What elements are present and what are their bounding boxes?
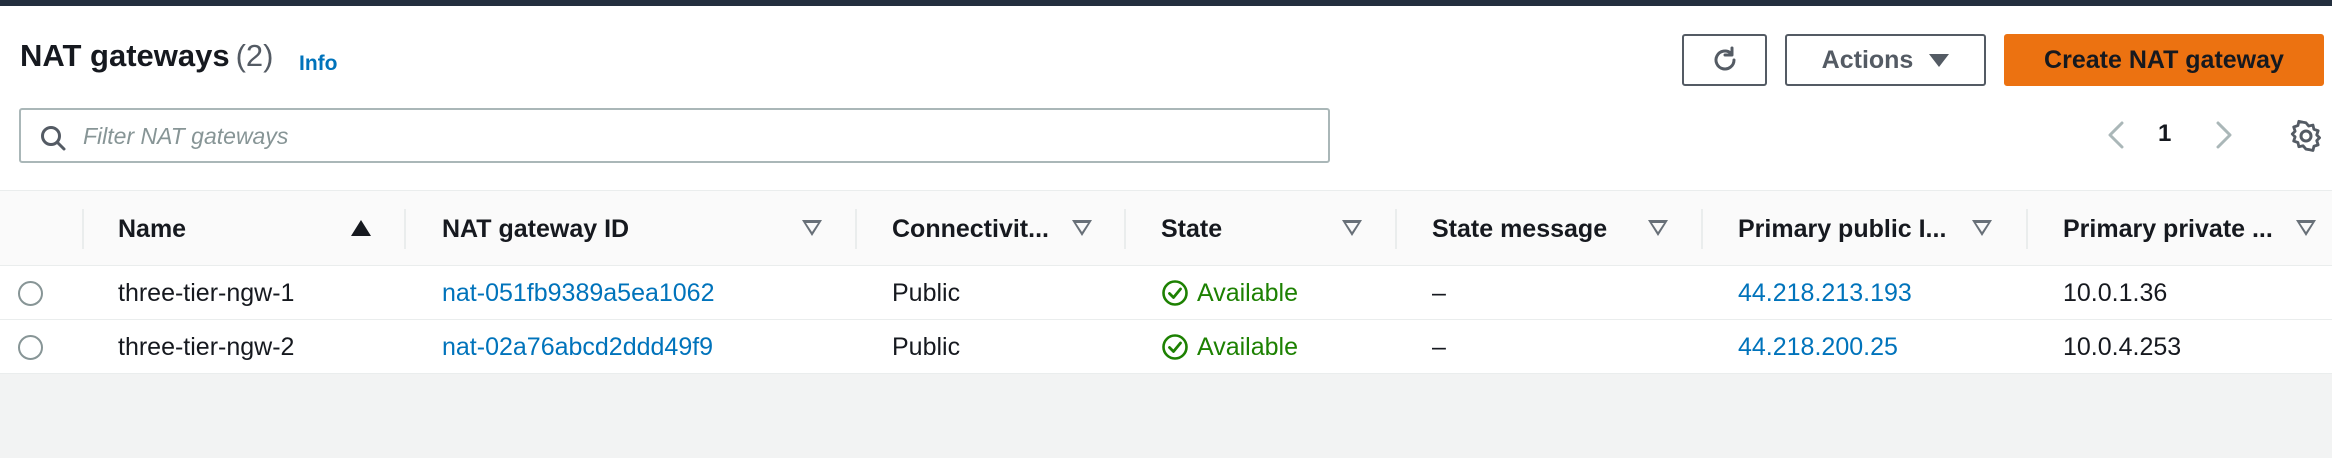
column-header-nat-gateway-id[interactable]: NAT gateway ID xyxy=(442,191,629,267)
info-link[interactable]: Info xyxy=(299,52,337,76)
search-icon xyxy=(41,126,66,151)
check-circle-icon xyxy=(1162,280,1188,306)
row-select-radio[interactable] xyxy=(18,281,43,306)
cell-state: Available xyxy=(1161,266,1298,320)
cell-nat-gateway-id-link[interactable]: nat-02a76abcd2ddd49f9 xyxy=(442,320,713,374)
cell-name: three-tier-ngw-2 xyxy=(118,332,295,361)
sort-icon[interactable] xyxy=(1342,220,1362,236)
cell-state-message: – xyxy=(1432,278,1446,307)
column-header-primary-public-ip[interactable]: Primary public I... xyxy=(1738,191,1946,267)
refresh-icon xyxy=(1714,46,1735,71)
cell-state: Available xyxy=(1161,320,1298,374)
caret-down-icon xyxy=(1929,53,1950,67)
cell-public-ip-link[interactable]: 44.218.213.193 xyxy=(1738,266,1912,320)
actions-button-label: Actions xyxy=(1821,45,1914,74)
column-header-name[interactable]: Name xyxy=(118,191,186,267)
row-select-radio[interactable] xyxy=(18,335,43,360)
cell-connectivity: Public xyxy=(892,278,961,307)
next-page-icon[interactable] xyxy=(2210,117,2238,153)
cell-private-ip: 10.0.4.253 xyxy=(2063,332,2182,361)
refresh-button[interactable] xyxy=(1682,34,1767,86)
column-separator[interactable] xyxy=(1124,209,1126,249)
current-page-number[interactable]: 1 xyxy=(2158,120,2171,148)
table-header: Name NAT gateway ID Connectivit... State… xyxy=(0,190,2332,266)
gear-icon[interactable] xyxy=(2289,119,2323,153)
sort-ascending-icon[interactable] xyxy=(351,220,371,236)
column-header-connectivity[interactable]: Connectivit... xyxy=(892,191,1049,267)
create-button-label: Create NAT gateway xyxy=(2044,45,2284,74)
create-nat-gateway-button[interactable]: Create NAT gateway xyxy=(2004,34,2324,86)
sort-icon[interactable] xyxy=(1072,220,1092,236)
state-label: Available xyxy=(1197,332,1299,361)
table-row[interactable]: three-tier-ngw-1 nat-051fb9389a5ea1062 P… xyxy=(0,266,2332,320)
cell-public-ip-link[interactable]: 44.218.200.25 xyxy=(1738,320,1898,374)
cell-nat-gateway-id-link[interactable]: nat-051fb9389a5ea1062 xyxy=(442,266,715,320)
column-header-state[interactable]: State xyxy=(1161,191,1222,267)
column-separator[interactable] xyxy=(855,209,857,249)
cell-state-message: – xyxy=(1432,332,1446,361)
state-label: Available xyxy=(1197,278,1299,307)
sort-icon[interactable] xyxy=(2296,220,2316,236)
filter-input[interactable] xyxy=(83,118,1313,154)
cell-private-ip: 10.0.1.36 xyxy=(2063,278,2168,307)
sort-icon[interactable] xyxy=(1972,220,1992,236)
column-separator[interactable] xyxy=(404,209,406,249)
column-header-primary-private-ip[interactable]: Primary private ... xyxy=(2063,191,2273,267)
filter-search-box[interactable] xyxy=(19,108,1330,163)
page-title-text: NAT gateways xyxy=(20,38,230,73)
column-separator[interactable] xyxy=(1701,209,1703,249)
column-separator[interactable] xyxy=(1395,209,1397,249)
cell-connectivity: Public xyxy=(892,332,961,361)
page-title: NAT gateways (2) xyxy=(20,38,274,74)
column-separator[interactable] xyxy=(2026,209,2028,249)
sort-icon[interactable] xyxy=(1648,220,1668,236)
previous-page-icon[interactable] xyxy=(2102,117,2130,153)
column-separator xyxy=(82,209,84,249)
check-circle-icon xyxy=(1162,334,1188,360)
sort-icon[interactable] xyxy=(802,220,822,236)
resource-count: (2) xyxy=(235,38,274,73)
actions-dropdown-button[interactable]: Actions xyxy=(1785,34,1986,86)
table-row[interactable]: three-tier-ngw-2 nat-02a76abcd2ddd49f9 P… xyxy=(0,320,2332,374)
cell-name: three-tier-ngw-1 xyxy=(118,278,295,307)
column-header-state-message[interactable]: State message xyxy=(1432,191,1607,267)
